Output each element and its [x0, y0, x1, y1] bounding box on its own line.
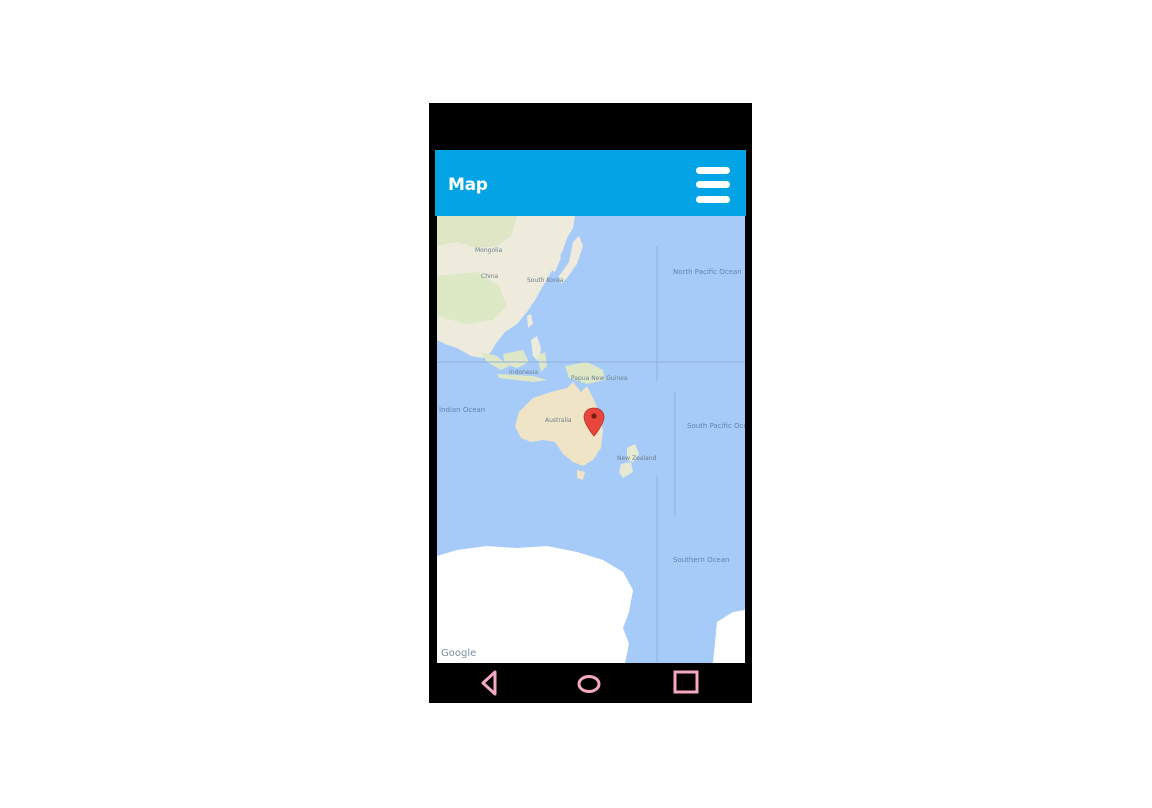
- antarctica-landmass: [437, 546, 633, 663]
- australia-label: Australia: [545, 417, 572, 424]
- hamburger-menu-icon[interactable]: [693, 164, 733, 210]
- indonesia-label: Indonesia: [509, 369, 538, 376]
- new-zealand-label: New Zealand: [617, 455, 657, 462]
- south-pacific-ocean-label: South Pacific Ocean: [687, 422, 745, 430]
- south-korea-label: South Korea: [527, 277, 564, 284]
- recents-square-icon[interactable]: [672, 669, 700, 697]
- southern-ocean-label: Southern Ocean: [673, 556, 729, 564]
- north-pacific-ocean-label: North Pacific Ocean: [673, 268, 742, 276]
- phone-frame: Map Mongolia China South Korea Indonesia…: [429, 103, 752, 703]
- map-view[interactable]: Mongolia China South Korea Indonesia Pap…: [437, 216, 745, 663]
- china-label: China: [481, 273, 498, 280]
- mongolia-label: Mongolia: [475, 247, 502, 254]
- google-attribution: Google: [441, 648, 476, 659]
- back-triangle-icon[interactable]: [475, 669, 503, 697]
- app-bar: Map: [435, 150, 746, 216]
- indian-ocean-label: Indian Ocean: [439, 406, 485, 414]
- app-title: Map: [448, 175, 488, 195]
- home-circle-icon[interactable]: [575, 669, 603, 697]
- map-canvas: Mongolia China South Korea Indonesia Pap…: [437, 216, 745, 663]
- papua-new-guinea-label: Papua New Guinea: [571, 375, 628, 382]
- navigation-bar: [429, 663, 752, 703]
- status-bar: [429, 103, 752, 150]
